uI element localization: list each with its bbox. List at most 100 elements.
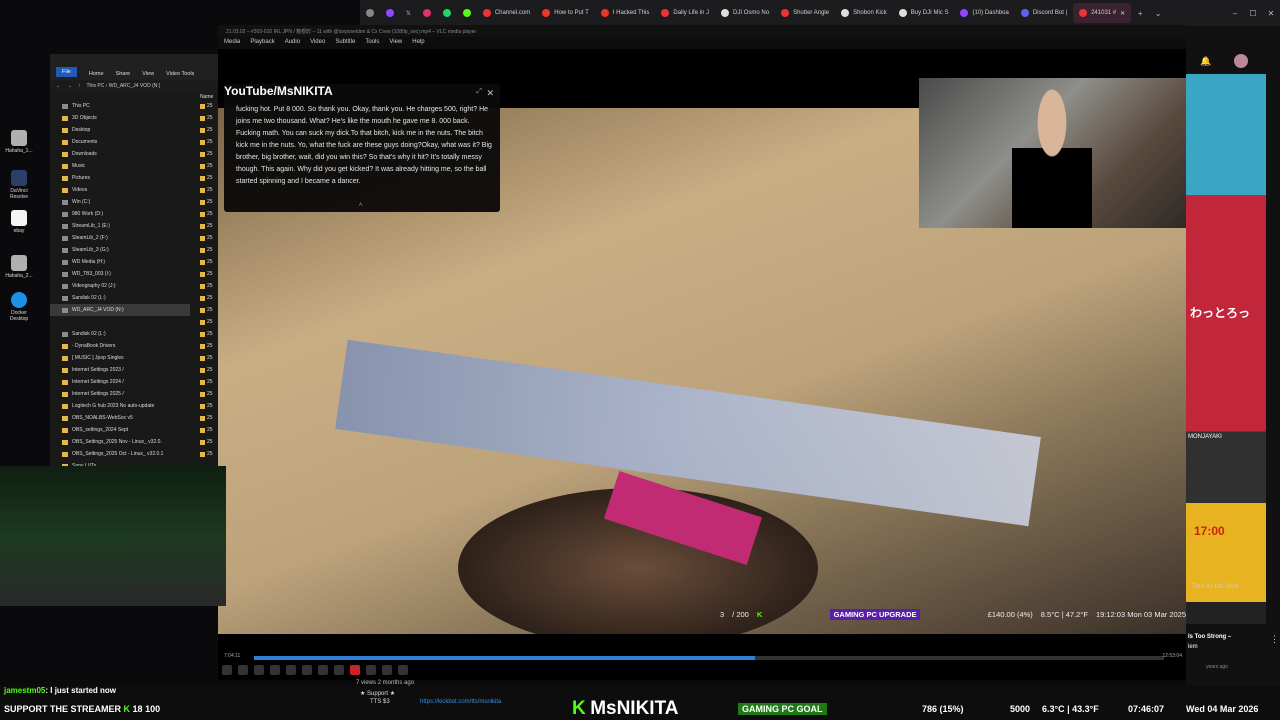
file-row[interactable]: 25 xyxy=(200,112,218,124)
file-row[interactable]: 25 xyxy=(200,184,218,196)
expand-icon[interactable]: ⤢ xyxy=(476,88,482,96)
fullscreen-icon[interactable] xyxy=(286,665,296,675)
file-row[interactable]: 25 xyxy=(200,352,218,364)
tree-item[interactable]: WD Media (H:) xyxy=(50,256,190,268)
ribbon-tab-video-tools[interactable]: Video Tools xyxy=(166,71,194,77)
tree-item[interactable]: Videos xyxy=(50,184,190,196)
file-row[interactable]: 25 xyxy=(200,436,218,448)
file-row[interactable]: 25 xyxy=(200,316,218,328)
desktop-icon-hahaha-2[interactable]: Hahaha_2... xyxy=(2,255,36,279)
tree-item[interactable]: Videography 02 (J:) xyxy=(50,280,190,292)
desktop-icon-docker[interactable]: Docker Desktop xyxy=(2,292,36,322)
file-row[interactable]: 25 xyxy=(200,148,218,160)
tree-item[interactable]: Documents xyxy=(50,136,190,148)
tree-item[interactable]: Music xyxy=(50,160,190,172)
forward-arrow-icon[interactable]: → xyxy=(67,83,72,89)
tree-item[interactable] xyxy=(50,316,190,328)
stop-icon[interactable] xyxy=(254,665,264,675)
file-row[interactable]: 25 xyxy=(200,328,218,340)
browser-tab-daily-life[interactable]: Daily Life in J xyxy=(655,3,715,23)
tree-item[interactable]: 980 Work (D:) xyxy=(50,208,190,220)
maximize-button[interactable]: ☐ xyxy=(1244,9,1262,18)
seek-bar[interactable]: 7:04:11 12:53:04 xyxy=(218,651,1186,663)
bell-icon[interactable]: 🔔 xyxy=(1200,56,1211,67)
file-row[interactable]: 25 xyxy=(200,268,218,280)
avatar[interactable] xyxy=(1234,54,1248,68)
menu-help[interactable]: Help xyxy=(412,39,424,47)
ab-loop-icon[interactable] xyxy=(382,665,392,675)
browser-tab[interactable] xyxy=(437,3,457,23)
tree-item[interactable]: OBS_settings_2024 Sept xyxy=(50,424,190,436)
tree-item[interactable]: Sandisk 02 (L:) xyxy=(50,292,190,304)
menu-media[interactable]: Media xyxy=(224,39,240,47)
close-window-button[interactable]: ✕ xyxy=(1262,9,1280,18)
menu-video[interactable]: Video xyxy=(310,39,325,47)
file-row[interactable]: 25 xyxy=(200,364,218,376)
file-row[interactable]: 25 xyxy=(200,196,218,208)
browser-tab-dji-osmo[interactable]: DJI Osmo No xyxy=(715,3,775,23)
browser-tab[interactable] xyxy=(380,3,400,23)
file-row[interactable]: 25 xyxy=(200,100,218,112)
file-row[interactable]: 25 xyxy=(200,424,218,436)
record-icon[interactable] xyxy=(350,665,360,675)
tree-item[interactable]: SteamLib_2 (F:) xyxy=(50,232,190,244)
shuffle-icon[interactable] xyxy=(334,665,344,675)
tree-item[interactable]: Desktop xyxy=(50,124,190,136)
file-row[interactable]: 25 xyxy=(200,388,218,400)
browser-tab-active[interactable]: 241031 # ✕ xyxy=(1073,3,1132,23)
browser-tab-channel[interactable]: Channel.com xyxy=(477,3,536,23)
file-row[interactable]: 25 xyxy=(200,340,218,352)
next-icon[interactable] xyxy=(270,665,280,675)
tree-item[interactable]: OBS_NOALBS-WebSoc v5 xyxy=(50,412,190,424)
collapse-caret-icon[interactable]: ^ xyxy=(359,203,362,210)
more-menu-icon[interactable]: ⋮ xyxy=(1270,634,1279,645)
tree-item[interactable]: Logitech G hub 2023 No auto-update xyxy=(50,400,190,412)
tree-item[interactable]: Pictures xyxy=(50,172,190,184)
snapshot-icon[interactable] xyxy=(366,665,376,675)
file-row[interactable]: 25 xyxy=(200,208,218,220)
tree-item[interactable]: Sandisk 02 (L:) xyxy=(50,328,190,340)
tree-item[interactable]: OBS_Settings_2025 Oct - Linux_ v32.0.1 xyxy=(50,448,190,460)
browser-tab[interactable]: 𝕏 xyxy=(400,3,417,23)
playlist-icon[interactable] xyxy=(302,665,312,675)
new-tab-button[interactable]: + xyxy=(1131,9,1149,18)
tree-item[interactable]: Internet Settings 2024 / xyxy=(50,376,190,388)
tree-item[interactable]: SteamLib_3 (G:) xyxy=(50,244,190,256)
ribbon-tab-view[interactable]: View xyxy=(142,71,154,77)
file-row[interactable]: 25 xyxy=(200,220,218,232)
menu-view[interactable]: View xyxy=(389,39,402,47)
menu-subtitle[interactable]: Subtitle xyxy=(335,39,355,47)
menu-playback[interactable]: Playback xyxy=(250,39,274,47)
file-row[interactable]: 25 xyxy=(200,172,218,184)
file-row[interactable]: 25 xyxy=(200,304,218,316)
tree-item[interactable]: Win (C:) xyxy=(50,196,190,208)
file-row[interactable]: 25 xyxy=(200,412,218,424)
minimize-button[interactable]: – xyxy=(1226,9,1244,18)
tree-item[interactable]: Internet Settings 2023 / xyxy=(50,364,190,376)
tree-item[interactable]: - DynaBook Drivers xyxy=(50,340,190,352)
browser-tab-shutter[interactable]: Shutter Angle xyxy=(775,3,835,23)
file-row[interactable]: 25 xyxy=(200,280,218,292)
file-row[interactable]: 25 xyxy=(200,136,218,148)
ribbon-tab-file[interactable]: File xyxy=(56,67,77,77)
browser-tab-hacked[interactable]: I Hacked This xyxy=(595,3,656,23)
loop-icon[interactable] xyxy=(318,665,328,675)
browser-tab-shobon[interactable]: Shobon Kick xyxy=(835,3,893,23)
browser-tab[interactable] xyxy=(457,3,477,23)
desktop-icon-hahaha-1[interactable]: Hahaha_1... xyxy=(2,130,36,154)
menu-tools[interactable]: Tools xyxy=(365,39,379,47)
browser-tab-buy-dji[interactable]: Buy DJI Mic S xyxy=(893,3,955,23)
browser-tab[interactable] xyxy=(360,3,380,23)
address-bar[interactable]: ← → ↑ This PC › WD_ARC_J4 VOD (N:) xyxy=(50,80,218,92)
tree-item[interactable]: StreamLib_1 (E:) xyxy=(50,220,190,232)
tree-item[interactable]: Downloads xyxy=(50,148,190,160)
file-row[interactable]: 25 xyxy=(200,292,218,304)
ribbon-tab-home[interactable]: Home xyxy=(89,71,104,77)
desktop-icon-davinci[interactable]: DaVinci Resolve xyxy=(2,170,36,200)
tree-item[interactable]: This PC xyxy=(50,100,190,112)
related-video-title[interactable]: Is Too Strong – xyxy=(1188,634,1231,640)
tts-link[interactable]: https://kickbot.com/tts/msnikita xyxy=(420,699,501,705)
up-arrow-icon[interactable]: ↑ xyxy=(78,83,81,89)
file-row[interactable]: 25 xyxy=(200,244,218,256)
frame-step-icon[interactable] xyxy=(398,665,408,675)
